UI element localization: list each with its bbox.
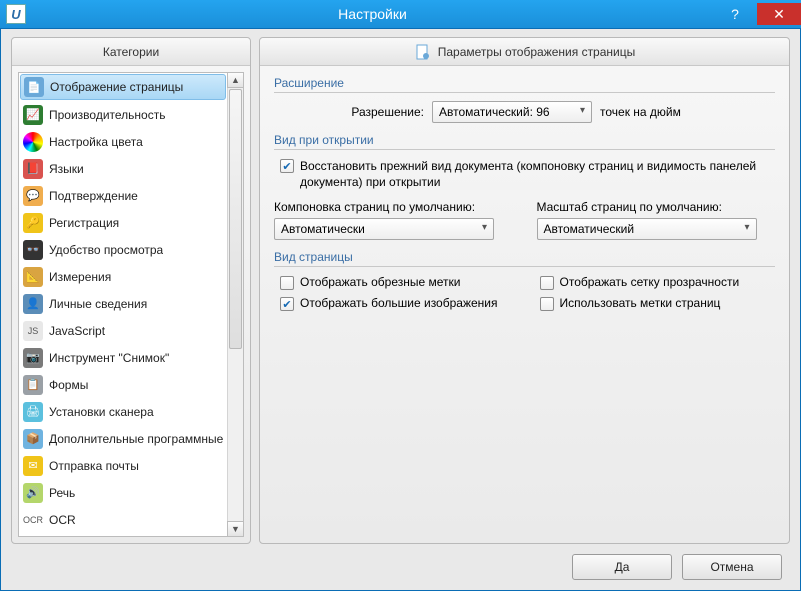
layout-select[interactable]: Автоматически	[274, 218, 494, 240]
ok-button[interactable]: Да	[572, 554, 672, 580]
categories-scrollbar[interactable]: ▲ ▼	[227, 73, 243, 536]
confirm-icon: 💬	[23, 186, 43, 206]
zoom-select[interactable]: Автоматический	[537, 218, 757, 240]
category-item[interactable]: OCR OCR	[19, 506, 227, 533]
category-label: Установки сканера	[49, 405, 154, 419]
restore-view-checkbox[interactable]: Восстановить прежний вид документа (комп…	[280, 158, 775, 190]
resolution-select[interactable]: Автоматический: 96	[432, 101, 592, 123]
category-label: Производительность	[49, 108, 165, 122]
category-label: Формы	[49, 378, 88, 392]
group-pageview: Вид страницы Отображать обрезные метки О…	[274, 250, 775, 311]
large-images-checkbox[interactable]: Отображать большие изображения	[280, 296, 516, 311]
settings-header: Параметры отображения страницы	[260, 38, 789, 66]
group-resolution: Расширение Разрешение: Автоматический: 9…	[274, 76, 775, 123]
category-label: Речь	[49, 486, 75, 500]
perf-icon: 📈	[23, 105, 43, 125]
resolution-unit: точек на дюйм	[600, 105, 681, 119]
category-item[interactable]: Настройка цвета	[19, 128, 227, 155]
category-label: Отображение страницы	[50, 80, 183, 94]
page-icon: 📄	[24, 77, 44, 97]
category-label: Языки	[49, 162, 84, 176]
category-label: Регистрация	[49, 216, 119, 230]
category-item[interactable]: 📷 Инструмент "Снимок"	[19, 344, 227, 371]
color-icon	[23, 132, 43, 152]
category-label: Настройка цвета	[49, 135, 143, 149]
category-item[interactable]: 👤 Личные сведения	[19, 290, 227, 317]
window-title: Настройки	[32, 6, 713, 22]
plugins-icon: 📦	[23, 429, 43, 449]
reg-icon: 🔑	[23, 213, 43, 233]
page-icon	[414, 43, 432, 61]
scroll-down-icon[interactable]: ▼	[227, 521, 244, 537]
category-label: Инструмент "Снимок"	[49, 351, 169, 365]
dialog-buttons: Да Отмена	[572, 554, 782, 580]
categories-list: 📄 Отображение страницы 📈 Производительность…	[18, 72, 244, 537]
category-label: Дополнительные программные модули	[49, 432, 223, 446]
group-onopen: Вид при открытии Восстановить прежний ви…	[274, 133, 775, 240]
category-label: JavaScript	[49, 324, 105, 338]
checkbox-icon	[280, 159, 294, 173]
scroll-thumb[interactable]	[229, 89, 242, 349]
crop-marks-checkbox[interactable]: Отображать обрезные метки	[280, 275, 516, 290]
checkbox-icon	[280, 276, 294, 290]
zoom-label: Масштаб страниц по умолчанию:	[537, 200, 776, 214]
category-item[interactable]: 📦 Дополнительные программные модули	[19, 425, 227, 452]
glasses-icon: 👓	[23, 240, 43, 260]
forms-icon: 📋	[23, 375, 43, 395]
scanner-icon: 🖨	[23, 402, 43, 422]
category-label: Подтверждение	[49, 189, 138, 203]
group-title: Расширение	[274, 76, 775, 90]
category-label: Личные сведения	[49, 297, 147, 311]
category-label: Удобство просмотра	[49, 243, 163, 257]
snapshot-icon: 📷	[23, 348, 43, 368]
settings-panel: Параметры отображения страницы Расширени…	[259, 37, 790, 544]
mail-icon: ✉	[23, 456, 43, 476]
transparency-grid-checkbox[interactable]: Отображать сетку прозрачности	[540, 275, 776, 290]
categories-header: Категории	[12, 38, 250, 66]
category-item[interactable]: 📕 Языки	[19, 155, 227, 182]
cancel-button[interactable]: Отмена	[682, 554, 782, 580]
speech-icon: 🔊	[23, 483, 43, 503]
category-label: Измерения	[49, 270, 111, 284]
close-button[interactable]: ✕	[757, 3, 801, 25]
titlebar: U Настройки ? ✕	[0, 0, 801, 28]
checkbox-icon	[540, 276, 554, 290]
identity-icon: 👤	[23, 294, 43, 314]
measure-icon: 📐	[23, 267, 43, 287]
ocr-icon: OCR	[23, 510, 43, 530]
category-item[interactable]: ✉ Отправка почты	[19, 452, 227, 479]
lang-icon: 📕	[23, 159, 43, 179]
group-title: Вид страницы	[274, 250, 775, 264]
category-item[interactable]: 🔊 Речь	[19, 479, 227, 506]
categories-panel: Категории 📄 Отображение страницы 📈 Производ…	[11, 37, 251, 544]
checkbox-icon	[280, 297, 294, 311]
category-label: OCR	[49, 513, 76, 527]
layout-label: Компоновка страниц по умолчанию:	[274, 200, 513, 214]
dialog-frame: Категории 📄 Отображение страницы 📈 Производ…	[0, 28, 801, 591]
app-icon: U	[6, 4, 26, 24]
category-item[interactable]: 🖨 Установки сканера	[19, 398, 227, 425]
category-item[interactable]: JS JavaScript	[19, 317, 227, 344]
help-button[interactable]: ?	[713, 3, 757, 25]
scroll-up-icon[interactable]: ▲	[227, 72, 244, 88]
group-title: Вид при открытии	[274, 133, 775, 147]
category-label: Отправка почты	[49, 459, 139, 473]
category-item[interactable]: 📄 Отображение страницы	[20, 74, 226, 100]
category-item[interactable]: 📈 Производительность	[19, 101, 227, 128]
checkbox-icon	[540, 297, 554, 311]
page-labels-checkbox[interactable]: Использовать метки страниц	[540, 296, 776, 311]
category-item[interactable]: 📋 Формы	[19, 371, 227, 398]
category-item[interactable]: 👓 Удобство просмотра	[19, 236, 227, 263]
resolution-label: Разрешение:	[334, 105, 424, 119]
category-item[interactable]: 💬 Подтверждение	[19, 182, 227, 209]
category-item[interactable]: 📐 Измерения	[19, 263, 227, 290]
js-icon: JS	[23, 321, 43, 341]
category-item[interactable]: 🔑 Регистрация	[19, 209, 227, 236]
